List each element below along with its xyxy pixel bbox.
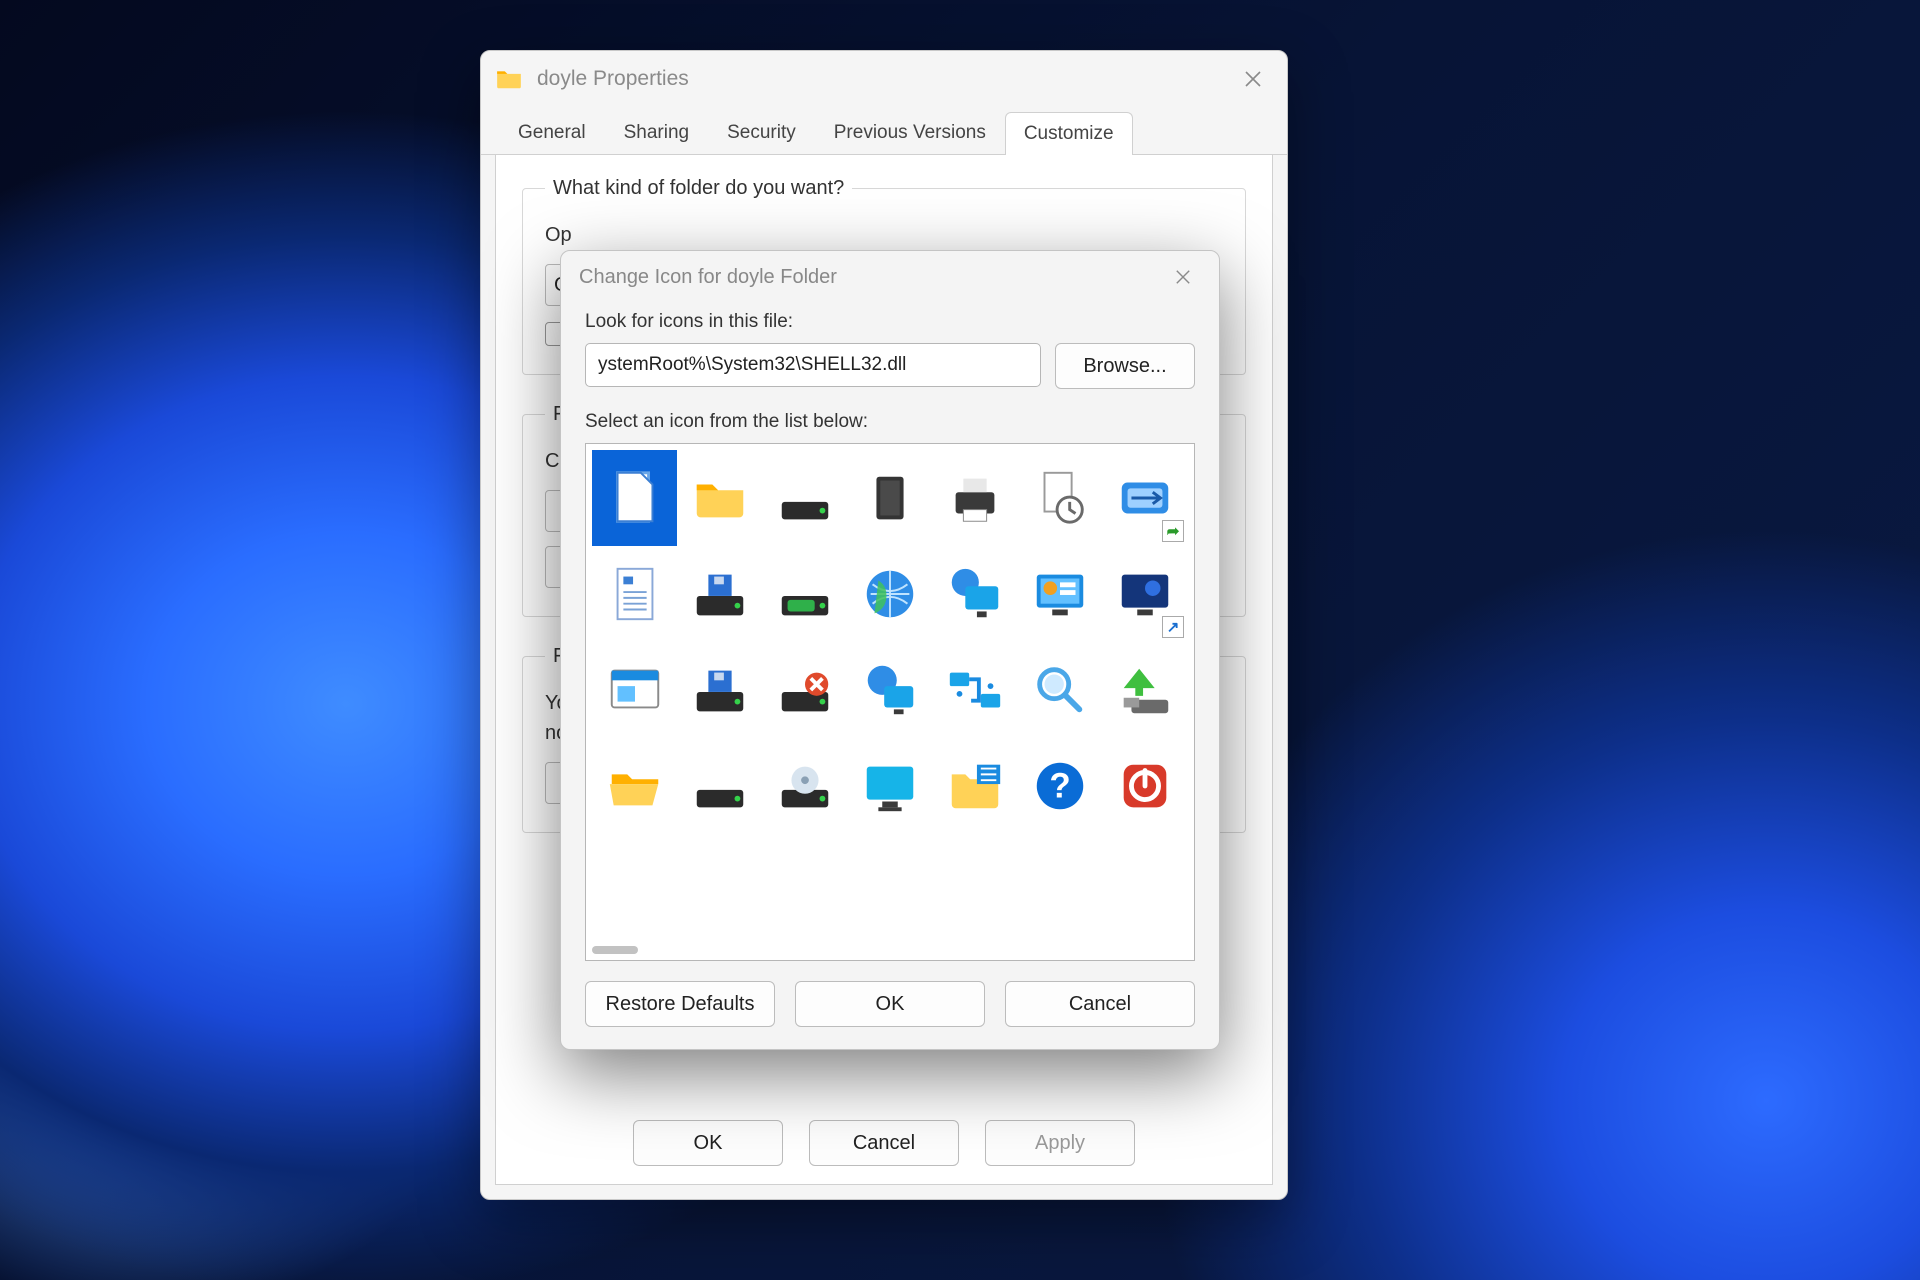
- svg-text:?: ?: [1050, 767, 1071, 806]
- network-connections-icon[interactable]: [933, 642, 1018, 738]
- browse-button[interactable]: Browse...: [1055, 343, 1195, 389]
- network-globe-icon[interactable]: [847, 642, 932, 738]
- close-icon: [1244, 70, 1262, 88]
- recent-document-icon[interactable]: [1018, 450, 1103, 546]
- share-overlay-icon: ➦: [1162, 520, 1184, 542]
- change-icon-button-row: Restore Defaults OK Cancel: [561, 961, 1219, 1027]
- optimize-label-partial: Op: [545, 220, 1223, 250]
- shortcut-overlay-icon: ↗: [1162, 616, 1184, 638]
- tab-sharing[interactable]: Sharing: [605, 111, 709, 154]
- tab-customize[interactable]: Customize: [1005, 112, 1133, 155]
- properties-apply-button[interactable]: Apply: [985, 1120, 1135, 1166]
- tab-general[interactable]: General: [499, 111, 605, 154]
- icon-list-scrollbar[interactable]: [592, 946, 638, 954]
- disconnect-drive-icon[interactable]: [762, 642, 847, 738]
- folder-kind-legend: What kind of folder do you want?: [545, 177, 852, 200]
- screensaver-icon[interactable]: ↗: [1103, 546, 1188, 642]
- chip-icon[interactable]: [847, 450, 932, 546]
- removable-drive-icon[interactable]: [762, 546, 847, 642]
- properties-cancel-button[interactable]: Cancel: [809, 1120, 959, 1166]
- program-window-icon[interactable]: [592, 642, 677, 738]
- floppy-drive-alt-icon[interactable]: [677, 642, 762, 738]
- tab-security[interactable]: Security: [708, 111, 815, 154]
- help-icon[interactable]: ?: [1018, 738, 1103, 834]
- change-icon-ok-button[interactable]: OK: [795, 981, 985, 1027]
- blank-document-icon[interactable]: [592, 450, 677, 546]
- open-folder-icon[interactable]: [592, 738, 677, 834]
- properties-close-button[interactable]: [1233, 59, 1273, 99]
- drive-icon[interactable]: [762, 450, 847, 546]
- properties-ok-button[interactable]: OK: [633, 1120, 783, 1166]
- change-icon-title: Change Icon for doyle Folder: [579, 266, 1165, 289]
- properties-button-row: OK Cancel Apply: [496, 1120, 1272, 1166]
- close-icon: [1175, 269, 1191, 285]
- printer-icon[interactable]: [933, 450, 1018, 546]
- folder-options-icon[interactable]: [933, 738, 1018, 834]
- icon-path-input[interactable]: [585, 343, 1041, 387]
- shutdown-icon[interactable]: [1103, 738, 1188, 834]
- change-icon-dialog: Change Icon for doyle Folder Look for ic…: [560, 250, 1220, 1050]
- icon-list[interactable]: ➦ ↗?: [585, 443, 1195, 961]
- globe-icon[interactable]: [847, 546, 932, 642]
- floppy-drive-icon[interactable]: [677, 546, 762, 642]
- change-icon-close-button[interactable]: [1165, 259, 1201, 295]
- text-document-icon[interactable]: [592, 546, 677, 642]
- select-icon-label: Select an icon from the list below:: [585, 411, 1195, 433]
- folder-icon: [495, 68, 523, 90]
- tabstrip: General Sharing Security Previous Versio…: [481, 107, 1287, 155]
- hard-drive-icon[interactable]: [677, 738, 762, 834]
- tab-previous-versions[interactable]: Previous Versions: [815, 111, 1005, 154]
- folder-icon[interactable]: [677, 450, 762, 546]
- change-icon-cancel-button[interactable]: Cancel: [1005, 981, 1195, 1027]
- eject-drive-icon[interactable]: [1103, 642, 1188, 738]
- restore-defaults-button[interactable]: Restore Defaults: [585, 981, 775, 1027]
- monitor-icon[interactable]: [847, 738, 932, 834]
- search-icon[interactable]: [1018, 642, 1103, 738]
- optical-drive-icon[interactable]: [762, 738, 847, 834]
- properties-title: doyle Properties: [537, 67, 1233, 91]
- control-panel-icon[interactable]: [1018, 546, 1103, 642]
- look-for-icons-label: Look for icons in this file:: [585, 311, 1195, 333]
- run-icon[interactable]: ➦: [1103, 450, 1188, 546]
- properties-titlebar[interactable]: doyle Properties: [481, 51, 1287, 107]
- network-monitor-icon[interactable]: [933, 546, 1018, 642]
- change-icon-titlebar[interactable]: Change Icon for doyle Folder: [561, 251, 1219, 303]
